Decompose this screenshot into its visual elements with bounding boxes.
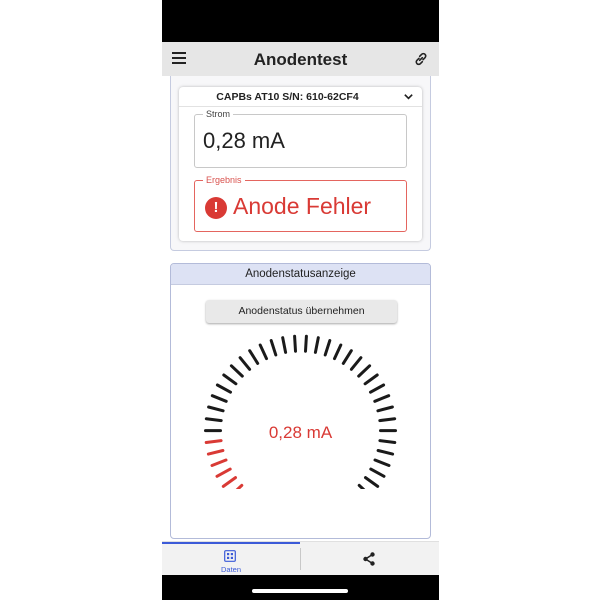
gauge-tick: [373, 458, 391, 467]
gauge-tick: [215, 467, 232, 478]
phone-frame: Anodentest CAPBs AT10 S/N: 610-62CF4 Str…: [162, 0, 439, 600]
gauge-tick: [258, 343, 268, 361]
bottom-navigation: Daten: [162, 541, 439, 575]
gauge-tick: [333, 343, 343, 361]
gauge-tick: [204, 417, 223, 423]
ergebnis-value: Anode Fehler: [233, 193, 372, 219]
gauge-tick: [369, 383, 386, 394]
error-icon: !: [205, 197, 227, 219]
gauge-tick: [357, 483, 366, 489]
anode-status-card: Anodenstatusanzeige Anodenstatus überneh…: [170, 263, 431, 539]
gauge-tick: [229, 364, 244, 378]
gauge-tick: [373, 394, 391, 403]
gauge-value: 0,28 mA: [269, 423, 333, 442]
gauge-tick: [369, 467, 386, 478]
gauge-tick: [341, 349, 353, 365]
gauge-tick: [364, 476, 380, 488]
gauge-tick: [210, 458, 228, 467]
chevron-down-icon: [404, 94, 413, 100]
gauge-tick: [238, 356, 252, 371]
gauge-tick: [376, 405, 394, 413]
link-icon[interactable]: [413, 51, 429, 67]
gauge-ticks: [204, 334, 397, 489]
gauge-tick: [281, 336, 288, 354]
app-bar: Anodentest: [162, 42, 439, 76]
page-title: Anodentest: [253, 50, 348, 69]
measurement-panel: CAPBs AT10 S/N: 610-62CF4 Strom 0,28 mA …: [179, 87, 422, 241]
take-anode-status-button[interactable]: Anodenstatus übernehmen: [206, 300, 397, 323]
gauge-tick: [215, 383, 232, 394]
current-gauge: 0,28 mA: [204, 334, 397, 489]
gauge-tick: [293, 334, 297, 353]
gauge-tick: [204, 439, 223, 444]
nav-tab-daten-label: Daten: [220, 565, 241, 574]
gauge-tick: [323, 339, 332, 357]
share-icon: [363, 552, 375, 566]
ergebnis-field: Ergebnis ! Anode Fehler: [194, 175, 407, 232]
gauge-tick: [376, 449, 395, 456]
gauge-tick: [207, 405, 225, 413]
device-dropdown-value: CAPBs AT10 S/N: 610-62CF4: [216, 91, 359, 103]
app-screen: Anodentest CAPBs AT10 S/N: 610-62CF4 Str…: [162, 42, 439, 575]
home-indicator: [252, 589, 348, 593]
gauge-tick: [269, 339, 278, 357]
nav-share[interactable]: [301, 542, 439, 575]
ergebnis-label: Ergebnis: [203, 175, 245, 185]
strom-value: 0,28 mA: [203, 128, 285, 153]
gauge-tick: [210, 394, 228, 403]
strom-label: Strom: [203, 109, 234, 119]
gauge-tick: [349, 356, 363, 371]
device-dropdown[interactable]: CAPBs AT10 S/N: 610-62CF4: [179, 87, 422, 107]
strom-field: Strom 0,28 mA: [194, 109, 407, 168]
gauge-tick: [206, 449, 225, 456]
nav-tab-daten[interactable]: Daten: [162, 542, 300, 575]
gauge-tick: [222, 373, 238, 386]
gauge-tick: [378, 439, 397, 444]
anode-status-title: Anodenstatusanzeige: [171, 264, 430, 285]
gauge-tick: [313, 336, 320, 354]
gauge-tick: [221, 476, 237, 488]
gauge-tick: [235, 483, 244, 489]
gauge-tick: [378, 417, 397, 423]
measurement-card: CAPBs AT10 S/N: 610-62CF4 Strom 0,28 mA …: [170, 76, 431, 251]
grid-icon: [224, 550, 236, 562]
gauge-tick: [357, 364, 372, 378]
gauge-tick: [304, 334, 308, 353]
gauge-tick: [363, 373, 379, 386]
gauge-tick: [248, 349, 260, 365]
